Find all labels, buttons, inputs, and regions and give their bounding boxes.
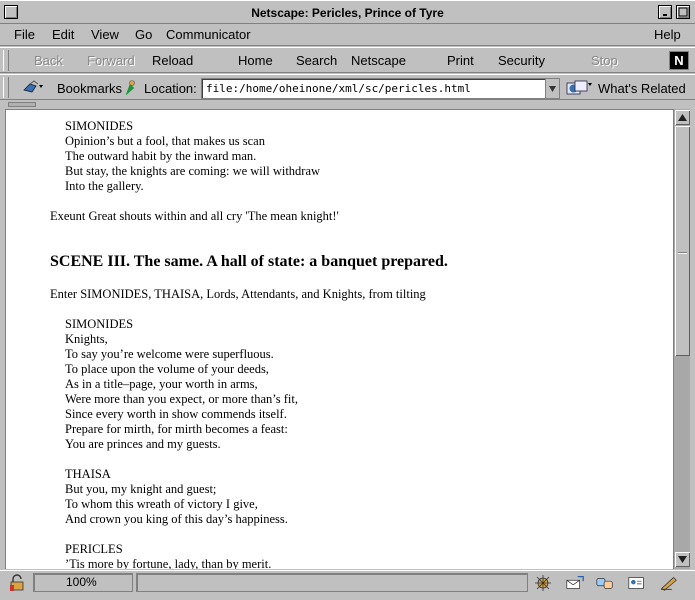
speaker-name: SIMONIDES — [65, 317, 134, 331]
speaker-name: THAISA — [65, 467, 111, 481]
scene-heading: SCENE III. The same. A hall of state: a … — [50, 253, 448, 270]
stage-direction: Exeunt Great shouts within and all cry '… — [50, 209, 339, 223]
menu-help[interactable]: Help — [654, 27, 681, 42]
menu-go[interactable]: Go — [135, 27, 152, 42]
back-button[interactable]: Back — [34, 53, 63, 68]
zoom-indicator: 100% — [33, 573, 133, 592]
toolbar-collapse-strip — [0, 101, 695, 108]
menu-edit[interactable]: Edit — [52, 27, 74, 42]
home-button[interactable]: Home — [238, 53, 273, 68]
whats-related-button[interactable]: What's Related — [598, 81, 686, 96]
location-label: Location: — [144, 81, 197, 96]
bookmarks-button[interactable]: Bookmarks — [57, 81, 122, 96]
location-url-text[interactable]: file:/home/oheinone/xml/sc/pericles.html — [206, 82, 471, 95]
bookmarks-icon[interactable] — [22, 80, 44, 96]
toolbar-grip[interactable] — [3, 50, 9, 71]
forward-button[interactable]: Forward — [87, 53, 135, 68]
scroll-up-button[interactable] — [675, 110, 690, 125]
verse-line: Opinion’s but a fool, that makes us scan — [65, 134, 265, 148]
mail-component-icon[interactable] — [565, 574, 585, 592]
menu-view[interactable]: View — [91, 27, 119, 42]
stop-button[interactable]: Stop — [591, 53, 618, 68]
address-book-icon[interactable] — [627, 574, 647, 592]
verse-line: Prepare for mirth, for mirth becomes a f… — [65, 422, 288, 436]
scrollbar-thumb[interactable] — [675, 126, 690, 356]
verse-line: As in a title–page, your worth in arms, — [65, 377, 258, 391]
newsgroups-component-icon[interactable] — [595, 574, 615, 592]
search-button[interactable]: Search — [296, 53, 337, 68]
verse-line: Into the gallery. — [65, 179, 144, 193]
verse-line: To say you’re welcome were superfluous. — [65, 347, 274, 361]
scrollbar-grip — [678, 252, 687, 254]
location-dropdown-button[interactable] — [545, 79, 559, 98]
verse-line: Since every worth in show commends itsel… — [65, 407, 287, 421]
title-bar: Netscape: Pericles, Prince of Tyre — [0, 0, 695, 24]
speech-block: SIMONIDES Opinion’s but a fool, that mak… — [65, 119, 320, 194]
status-bar: 100% — [0, 570, 695, 594]
vertical-scrollbar[interactable] — [673, 109, 690, 569]
page-content: SIMONIDES Opinion’s but a fool, that mak… — [5, 109, 673, 569]
verse-line: Knights, — [65, 332, 108, 346]
navigation-toolbar: Back Forward Reload Home Search Netscape… — [0, 47, 695, 73]
verse-line: To whom this wreath of victory I give, — [65, 497, 258, 511]
speaker-name: SIMONIDES — [65, 119, 134, 133]
speech-block: THAISA But you, my knight and guest; To … — [65, 467, 288, 527]
verse-line: You are princes and my guests. — [65, 437, 221, 451]
speech-block: SIMONIDES Knights, To say you’re welcome… — [65, 317, 298, 452]
verse-line: And crown you king of this day’s happine… — [65, 512, 288, 526]
reload-button[interactable]: Reload — [152, 53, 193, 68]
verse-line: ’Tis more by fortune, lady, than by meri… — [65, 557, 272, 569]
verse-line: The outward habit by the inward man. — [65, 149, 257, 163]
menu-file[interactable]: File — [14, 27, 35, 42]
speech-block: PERICLES ’Tis more by fortune, lady, tha… — [65, 542, 271, 569]
chevron-down-icon — [549, 86, 556, 92]
verse-line: But stay, the knights are coming: we wil… — [65, 164, 321, 178]
navigator-component-icon[interactable] — [533, 574, 553, 592]
maximize-button[interactable] — [676, 5, 690, 19]
toolbar-grip[interactable] — [3, 77, 9, 98]
location-toolbar: Bookmarks Location: file:/home/oheinone/… — [0, 74, 695, 100]
maximize-icon — [678, 7, 688, 17]
security-lock-icon[interactable] — [8, 574, 28, 592]
stage-direction: Enter SIMONIDES, THAISA, Lords, Attendan… — [50, 287, 426, 301]
menu-bar: File Edit View Go Communicator Help — [0, 24, 695, 46]
scroll-down-button[interactable] — [675, 552, 690, 567]
security-button[interactable]: Security — [498, 53, 545, 68]
verse-line: Were more than you expect, or more than’… — [65, 392, 298, 406]
minimize-icon — [663, 14, 667, 16]
print-button[interactable]: Print — [447, 53, 474, 68]
arrow-up-icon — [678, 114, 687, 121]
collapsed-toolbar-tab[interactable] — [8, 102, 36, 107]
verse-line: But you, my knight and guest; — [65, 482, 217, 496]
netscape-button[interactable]: Netscape — [351, 53, 406, 68]
window-title: Netscape: Pericles, Prince of Tyre — [251, 6, 444, 20]
speaker-name: PERICLES — [65, 542, 123, 556]
composer-component-icon[interactable] — [659, 574, 679, 592]
location-proxy-icon[interactable] — [123, 79, 139, 97]
whats-related-icon[interactable] — [566, 79, 594, 97]
status-text-field — [136, 573, 528, 592]
arrow-down-icon — [678, 556, 687, 563]
menu-communicator[interactable]: Communicator — [166, 27, 251, 42]
location-input[interactable]: file:/home/oheinone/xml/sc/pericles.html — [201, 78, 560, 99]
verse-line: To place upon the volume of your deeds, — [65, 362, 269, 376]
minimize-button[interactable] — [658, 5, 672, 19]
netscape-logo-icon[interactable]: N — [669, 51, 689, 70]
